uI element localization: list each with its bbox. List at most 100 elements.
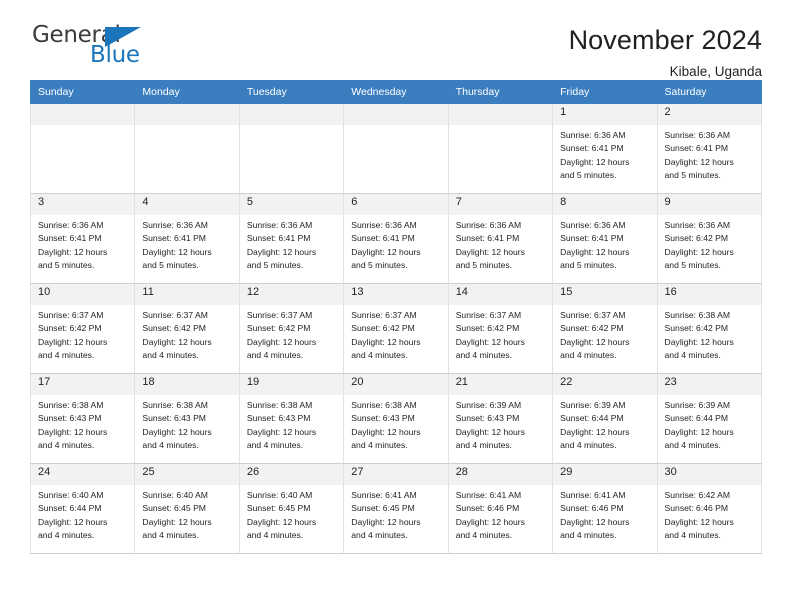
day-cell[interactable]: 13 Sunrise: 6:37 AM Sunset: 6:42 PM Dayl…: [343, 283, 449, 374]
sunset-text: Sunset: 6:41 PM: [142, 233, 206, 244]
day-cell[interactable]: 29 Sunrise: 6:41 AM Sunset: 6:46 PM Dayl…: [552, 463, 658, 554]
sunrise-text: Sunrise: 6:36 AM: [664, 220, 730, 230]
day-number: 3: [31, 194, 135, 215]
general-blue-logo[interactable]: General Blue: [30, 24, 170, 72]
sunset-text: Sunset: 6:41 PM: [246, 233, 311, 244]
day-cell[interactable]: 11 Sunrise: 6:37 AM Sunset: 6:42 PM Dayl…: [134, 283, 240, 374]
day-cell[interactable]: 25 Sunrise: 6:40 AM Sunset: 6:45 PM Dayl…: [134, 463, 240, 554]
day-cell[interactable]: 7 Sunrise: 6:36 AM Sunset: 6:41 PM Dayli…: [447, 193, 554, 284]
sunrise-text: Sunrise: 6:36 AM: [560, 220, 626, 230]
day-number: [31, 104, 135, 125]
daylight-text-line1: Daylight: 12 hours: [351, 516, 421, 527]
sunset-text: Sunset: 6:42 PM: [560, 323, 624, 334]
daylight-text-line2: and 4 minutes.: [142, 439, 199, 450]
weekday-header-monday: Monday: [134, 80, 240, 104]
sunset-text: Sunset: 6:42 PM: [664, 233, 729, 244]
day-sun-info: Sunrise: 6:36 AM Sunset: 6:41 PM Dayligh…: [240, 215, 343, 272]
daylight-text-line2: and 4 minutes.: [455, 529, 513, 540]
day-number: 15: [553, 284, 657, 305]
sunset-text: Sunset: 6:45 PM: [246, 503, 311, 514]
day-cell[interactable]: 10 Sunrise: 6:37 AM Sunset: 6:42 PM Dayl…: [29, 283, 136, 374]
day-number: 5: [239, 194, 344, 215]
day-number: 20: [344, 374, 448, 395]
daylight-text-line1: Daylight: 12 hours: [455, 336, 525, 347]
day-sun-info: Sunrise: 6:37 AM Sunset: 6:42 PM Dayligh…: [135, 305, 238, 362]
day-sun-info: Sunrise: 6:40 AM Sunset: 6:45 PM Dayligh…: [240, 485, 343, 542]
day-sun-info: Sunrise: 6:38 AM Sunset: 6:43 PM Dayligh…: [135, 395, 238, 452]
day-number: [135, 104, 239, 125]
day-number: 22: [553, 374, 657, 395]
daylight-text-line1: Daylight: 12 hours: [246, 246, 317, 257]
daylight-text-line2: and 4 minutes.: [351, 349, 408, 360]
sunset-text: Sunset: 6:41 PM: [455, 233, 520, 244]
daylight-text-line1: Daylight: 12 hours: [560, 246, 630, 257]
daylight-text-line1: Daylight: 12 hours: [351, 246, 421, 257]
daylight-text-line1: Daylight: 12 hours: [142, 426, 212, 437]
day-number: 8: [553, 194, 657, 215]
day-cell[interactable]: 28 Sunrise: 6:41 AM Sunset: 6:46 PM Dayl…: [447, 463, 554, 554]
day-number: [344, 104, 448, 125]
day-cell[interactable]: 8 Sunrise: 6:36 AM Sunset: 6:41 PM Dayli…: [552, 193, 658, 284]
sunset-text: Sunset: 6:41 PM: [664, 143, 729, 154]
sunrise-text: Sunrise: 6:41 AM: [455, 490, 522, 500]
day-cell[interactable]: 19 Sunrise: 6:38 AM Sunset: 6:43 PM Dayl…: [238, 373, 345, 464]
day-cell[interactable]: 4 Sunrise: 6:36 AM Sunset: 6:41 PM Dayli…: [134, 193, 240, 284]
day-cell[interactable]: 15 Sunrise: 6:37 AM Sunset: 6:42 PM Dayl…: [552, 283, 658, 374]
daylight-text-line2: and 5 minutes.: [664, 259, 721, 270]
day-number: 12: [239, 284, 344, 305]
sunrise-text: Sunrise: 6:42 AM: [664, 490, 730, 500]
sunset-text: Sunset: 6:44 PM: [38, 503, 102, 514]
day-cell[interactable]: 6 Sunrise: 6:36 AM Sunset: 6:41 PM Dayli…: [343, 193, 449, 284]
day-number: 11: [135, 284, 239, 305]
daylight-text-line2: and 4 minutes.: [38, 529, 95, 540]
daylight-text-line2: and 4 minutes.: [560, 529, 617, 540]
daylight-text-line2: and 4 minutes.: [38, 439, 95, 450]
day-number: 25: [135, 464, 239, 485]
daylight-text-line2: and 5 minutes.: [560, 169, 617, 180]
day-cell-empty: [29, 103, 136, 194]
page-header: General Blue November 2024 Kibale, Ugand…: [30, 0, 762, 79]
day-cell[interactable]: 5 Sunrise: 6:36 AM Sunset: 6:41 PM Dayli…: [238, 193, 345, 284]
day-sun-info: Sunrise: 6:41 AM Sunset: 6:45 PM Dayligh…: [344, 485, 447, 542]
day-cell[interactable]: 12 Sunrise: 6:37 AM Sunset: 6:42 PM Dayl…: [238, 283, 345, 374]
daylight-text-line1: Daylight: 12 hours: [560, 336, 630, 347]
daylight-text-line1: Daylight: 12 hours: [38, 426, 108, 437]
day-cell[interactable]: 23 Sunrise: 6:39 AM Sunset: 6:44 PM Dayl…: [656, 373, 763, 464]
weekday-header-wednesday: Wednesday: [343, 80, 449, 104]
day-sun-info: Sunrise: 6:38 AM Sunset: 6:43 PM Dayligh…: [240, 395, 343, 452]
day-number: 4: [135, 194, 239, 215]
day-cell[interactable]: 26 Sunrise: 6:40 AM Sunset: 6:45 PM Dayl…: [238, 463, 345, 554]
day-cell[interactable]: 27 Sunrise: 6:41 AM Sunset: 6:45 PM Dayl…: [343, 463, 449, 554]
day-cell[interactable]: 17 Sunrise: 6:38 AM Sunset: 6:43 PM Dayl…: [29, 373, 136, 464]
day-cell[interactable]: 22 Sunrise: 6:39 AM Sunset: 6:44 PM Dayl…: [552, 373, 658, 464]
day-sun-info: Sunrise: 6:42 AM Sunset: 6:46 PM Dayligh…: [658, 485, 761, 542]
day-cell[interactable]: 3 Sunrise: 6:36 AM Sunset: 6:41 PM Dayli…: [29, 193, 136, 284]
day-cell[interactable]: 18 Sunrise: 6:38 AM Sunset: 6:43 PM Dayl…: [134, 373, 240, 464]
day-cell[interactable]: 14 Sunrise: 6:37 AM Sunset: 6:42 PM Dayl…: [447, 283, 554, 374]
day-cell[interactable]: 16 Sunrise: 6:38 AM Sunset: 6:42 PM Dayl…: [656, 283, 763, 374]
day-cell[interactable]: 9 Sunrise: 6:36 AM Sunset: 6:42 PM Dayli…: [656, 193, 763, 284]
day-sun-info: Sunrise: 6:36 AM Sunset: 6:41 PM Dayligh…: [344, 215, 447, 272]
calendar-week-row: 3 Sunrise: 6:36 AM Sunset: 6:41 PM Dayli…: [29, 193, 763, 284]
day-cell[interactable]: 21 Sunrise: 6:39 AM Sunset: 6:43 PM Dayl…: [447, 373, 554, 464]
sunrise-text: Sunrise: 6:39 AM: [560, 400, 626, 410]
calendar-week-row: 10 Sunrise: 6:37 AM Sunset: 6:42 PM Dayl…: [29, 283, 763, 374]
day-sun-info: Sunrise: 6:36 AM Sunset: 6:42 PM Dayligh…: [658, 215, 761, 272]
sunset-text: Sunset: 6:42 PM: [455, 323, 520, 334]
daylight-text-line1: Daylight: 12 hours: [246, 336, 317, 347]
day-cell-empty: [343, 103, 449, 194]
day-number: 10: [31, 284, 135, 305]
day-cell[interactable]: 1 Sunrise: 6:36 AM Sunset: 6:41 PM Dayli…: [552, 103, 658, 194]
daylight-text-line2: and 4 minutes.: [664, 439, 721, 450]
sunset-text: Sunset: 6:45 PM: [142, 503, 206, 514]
day-sun-info: Sunrise: 6:37 AM Sunset: 6:42 PM Dayligh…: [553, 305, 656, 362]
day-sun-info: Sunrise: 6:37 AM Sunset: 6:42 PM Dayligh…: [344, 305, 447, 362]
sunset-text: Sunset: 6:45 PM: [351, 503, 415, 514]
day-cell[interactable]: 30 Sunrise: 6:42 AM Sunset: 6:46 PM Dayl…: [656, 463, 763, 554]
day-cell[interactable]: 24 Sunrise: 6:40 AM Sunset: 6:44 PM Dayl…: [29, 463, 136, 554]
calendar-page: General Blue November 2024 Kibale, Ugand…: [0, 0, 792, 612]
daylight-text-line1: Daylight: 12 hours: [664, 426, 734, 437]
day-cell[interactable]: 20 Sunrise: 6:38 AM Sunset: 6:43 PM Dayl…: [343, 373, 449, 464]
day-cell[interactable]: 2 Sunrise: 6:36 AM Sunset: 6:41 PM Dayli…: [656, 103, 763, 194]
weekday-header-saturday: Saturday: [656, 80, 763, 104]
